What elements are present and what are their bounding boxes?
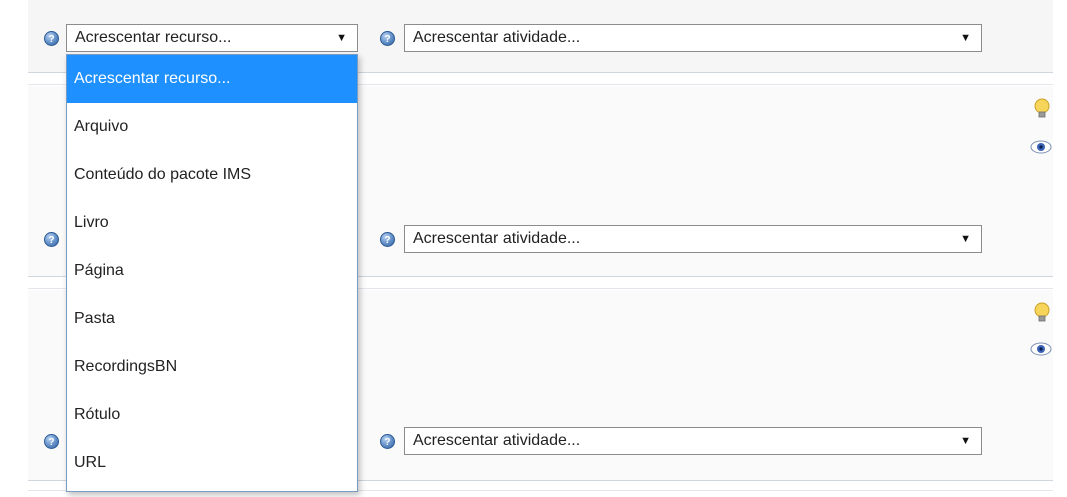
help-icon[interactable]: ?	[44, 434, 59, 449]
dropdown-option-ims-content[interactable]: Conteúdo do pacote IMS	[67, 151, 357, 199]
chevron-down-icon: ▼	[960, 233, 971, 245]
help-icon[interactable]: ?	[44, 232, 59, 247]
dropdown-option-livro[interactable]: Livro	[67, 199, 357, 247]
dropdown-option-recordingsbn[interactable]: RecordingsBN	[67, 343, 357, 391]
eye-icon[interactable]	[1030, 140, 1052, 154]
chevron-down-icon: ▼	[960, 32, 971, 44]
help-icon[interactable]: ?	[380, 434, 395, 449]
dropdown-option-rotulo[interactable]: Rótulo	[67, 391, 357, 439]
add-resource-dropdown: Acrescentar recurso... Arquivo Conteúdo …	[66, 54, 358, 492]
add-activity-select[interactable]: Acrescentar atividade... ▼	[404, 225, 982, 253]
add-resource-select-value: Acrescentar recurso...	[75, 29, 232, 46]
dropdown-option-add-resource[interactable]: Acrescentar recurso...	[67, 55, 357, 103]
lightbulb-icon[interactable]	[1033, 98, 1051, 120]
add-resource-select[interactable]: Acrescentar recurso... ▼	[66, 24, 358, 52]
dropdown-option-pagina[interactable]: Página	[67, 247, 357, 295]
add-activity-select[interactable]: Acrescentar atividade... ▼	[404, 427, 982, 455]
add-activity-select-value: Acrescentar atividade...	[413, 230, 581, 247]
eye-icon[interactable]	[1030, 342, 1052, 356]
dropdown-option-arquivo[interactable]: Arquivo	[67, 103, 357, 151]
add-activity-select[interactable]: Acrescentar atividade... ▼	[404, 24, 982, 52]
chevron-down-icon: ▼	[960, 435, 971, 447]
help-icon[interactable]: ?	[380, 232, 395, 247]
help-icon[interactable]: ?	[380, 31, 395, 46]
lightbulb-icon[interactable]	[1033, 302, 1051, 324]
dropdown-option-pasta[interactable]: Pasta	[67, 295, 357, 343]
help-icon[interactable]: ?	[44, 31, 59, 46]
chevron-down-icon: ▼	[336, 32, 347, 44]
add-activity-select-value: Acrescentar atividade...	[413, 29, 581, 46]
add-activity-select-value: Acrescentar atividade...	[413, 432, 581, 449]
dropdown-option-url[interactable]: URL	[67, 439, 357, 487]
